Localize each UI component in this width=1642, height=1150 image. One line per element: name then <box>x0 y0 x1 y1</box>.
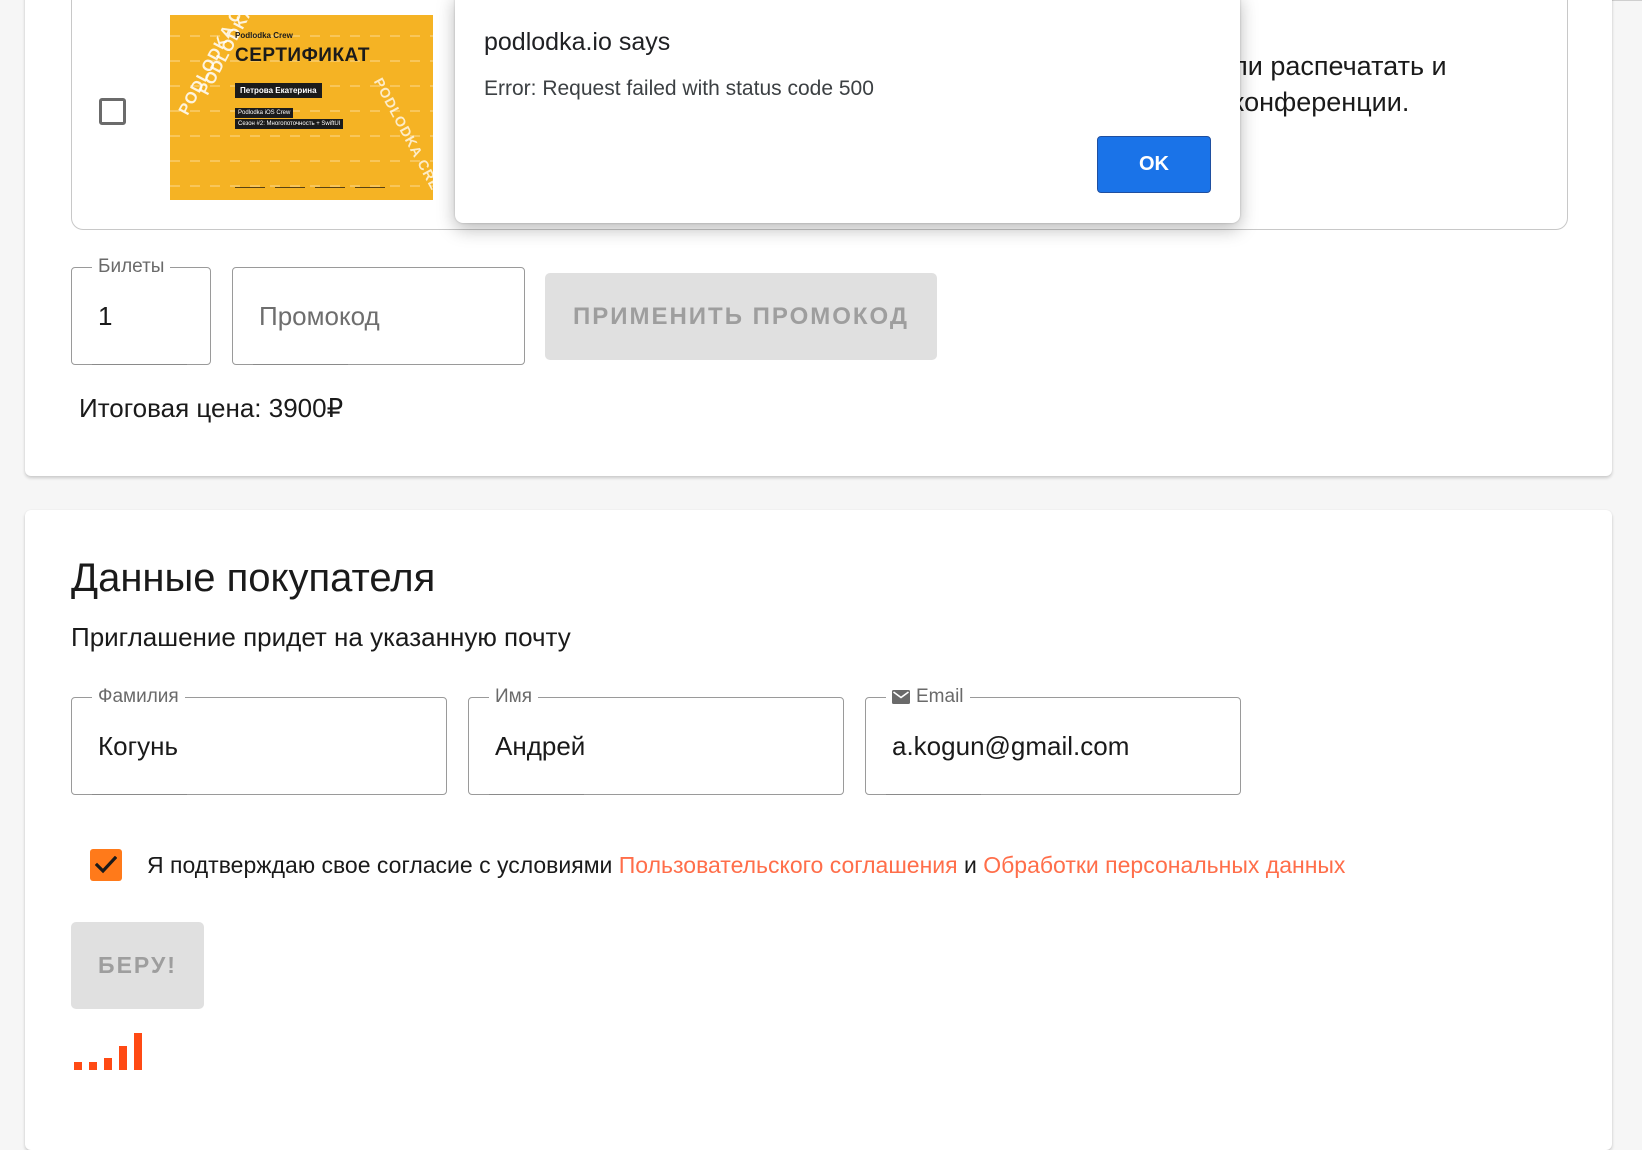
tickets-value: 1 <box>98 300 113 331</box>
merch-description-line: ли распечатать и <box>1232 51 1447 81</box>
consent-checkbox[interactable] <box>90 849 122 881</box>
alert-dialog: podlodka.io says Error: Request failed w… <box>455 0 1240 223</box>
promo-input[interactable]: Промокод <box>232 267 525 365</box>
certificate-brand: Podlodka Crew <box>235 31 293 40</box>
certificate-season: Сезон #2: Многопоточность + SwiftUI <box>235 119 344 129</box>
signature-line <box>315 173 345 188</box>
dialog-message: Error: Request failed with status code 5… <box>484 77 874 100</box>
personal-data-link[interactable]: Обработки персональных данных <box>983 852 1345 878</box>
first-name-field[interactable]: Имя Андрей <box>468 686 844 795</box>
last-name-field[interactable]: Фамилия Когунь <box>71 686 447 795</box>
last-name-value: Когунь <box>98 730 178 761</box>
buyer-card <box>25 510 1612 1150</box>
user-agreement-link[interactable]: Пользовательского соглашения <box>619 852 958 878</box>
email-field[interactable]: Email a.kogun@gmail.com <box>865 686 1241 795</box>
certificate-title: СЕРТИФИКАТ <box>235 45 370 66</box>
submit-button[interactable]: БЕРУ! <box>71 922 204 1009</box>
apply-promo-button[interactable]: ПРИМЕНИТЬ ПРОМОКОД <box>545 273 937 360</box>
dialog-title: podlodka.io says <box>484 28 671 56</box>
merch-description-line: конференции. <box>1232 87 1410 117</box>
certificate-course: Podlodka iOS Crew <box>235 108 294 118</box>
total-price: Итоговая цена: 3900₽ <box>79 393 344 423</box>
first-name-value: Андрей <box>495 730 586 761</box>
signature-line <box>355 173 385 188</box>
consent-label: Я подтверждаю свое согласие с условиями <box>147 852 613 878</box>
promo-placeholder: Промокод <box>259 300 380 331</box>
buyer-heading: Данные покупателя <box>71 556 436 600</box>
certificate-name: Петрова Екатерина <box>235 83 322 98</box>
checkmark-icon <box>95 856 117 874</box>
email-value: a.kogun@gmail.com <box>892 730 1130 761</box>
merch-checkbox[interactable] <box>99 98 126 125</box>
consent-conjunction: и <box>963 852 977 878</box>
tickets-field[interactable]: Билеты 1 <box>71 256 211 365</box>
buyer-subtitle: Приглашение придет на указанную почту <box>71 622 571 652</box>
consent-text: Я подтверждаю свое согласие с условиями … <box>147 852 1345 879</box>
dialog-ok-button[interactable]: OK <box>1097 136 1211 193</box>
signature-line <box>235 173 265 188</box>
signature-line <box>275 173 305 188</box>
merch-description: ли распечатать и конференции. <box>1232 48 1512 120</box>
certificate-image: PODLODKA CREW PODLODKA CREW PODLODKA CRE… <box>170 15 433 200</box>
